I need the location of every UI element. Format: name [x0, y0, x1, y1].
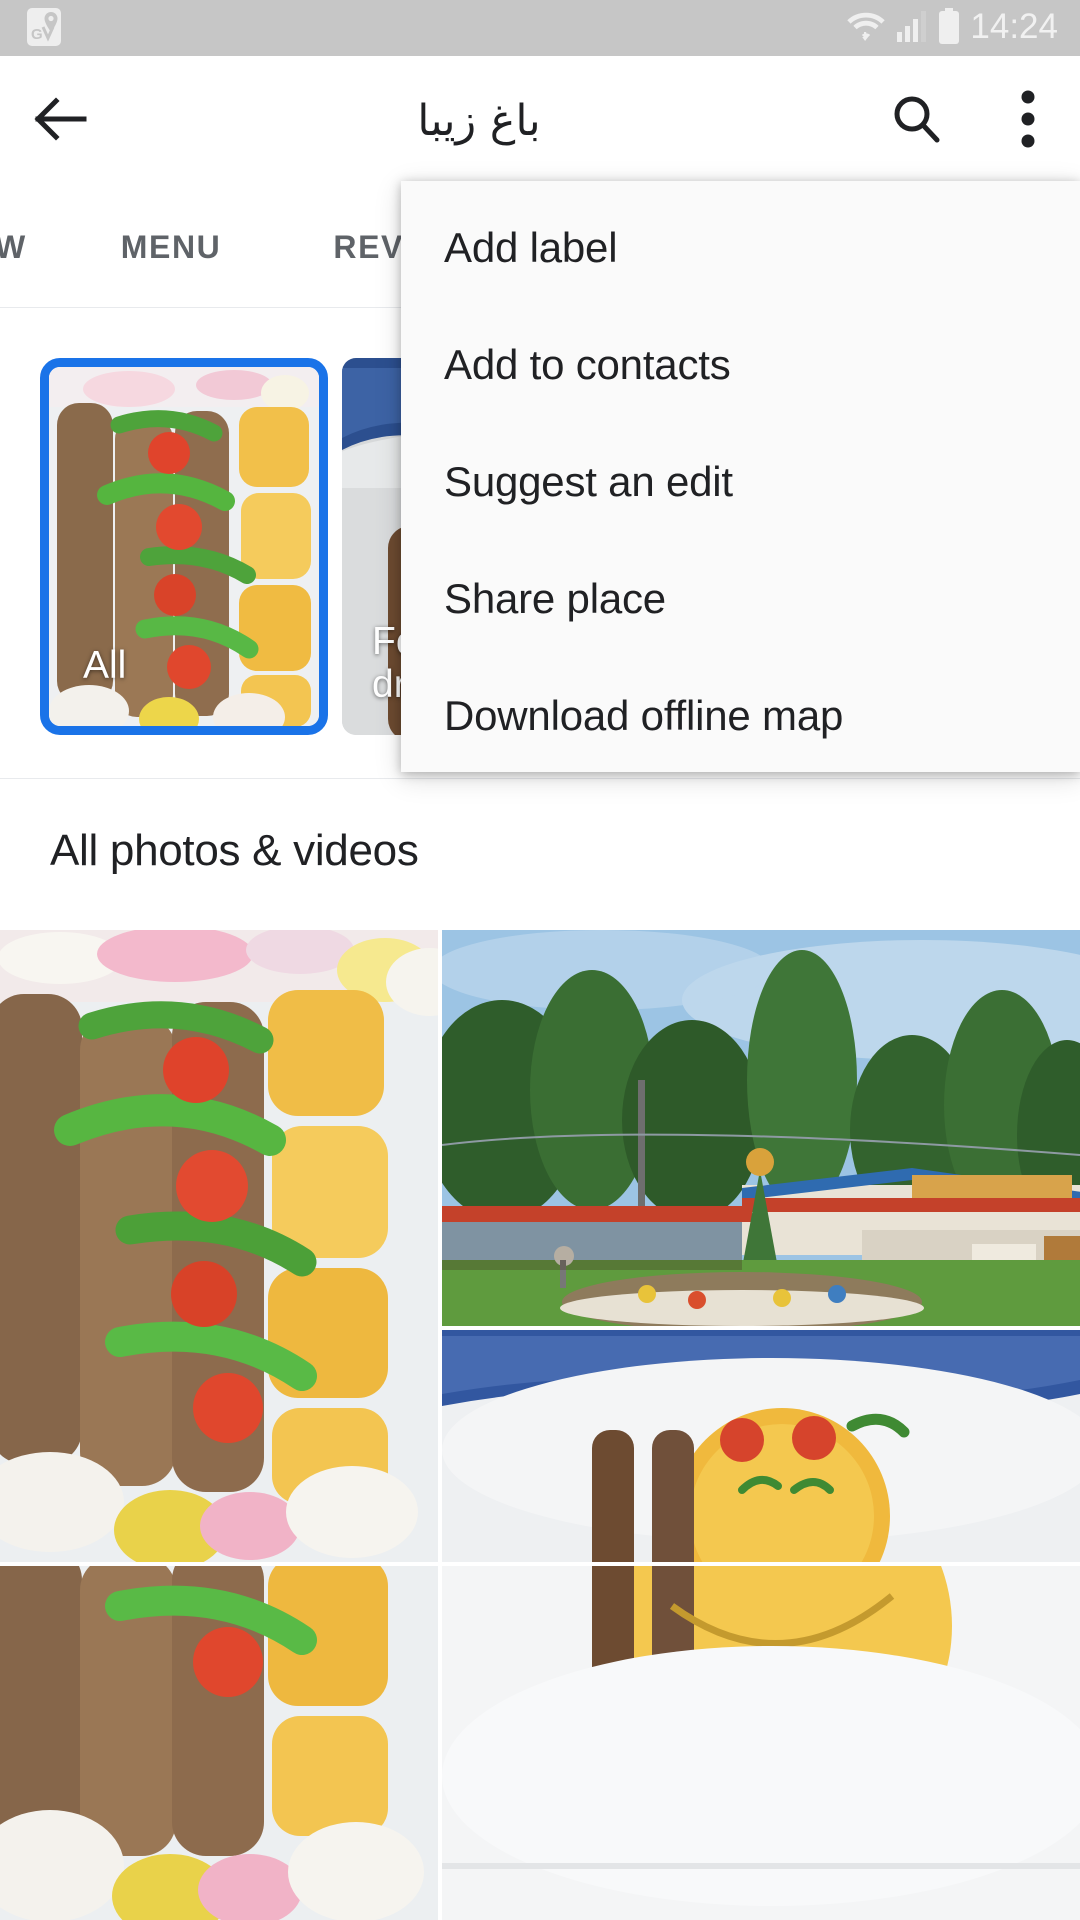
photo-grid-item-rice-dish-lower[interactable]: [442, 1566, 1080, 1920]
svg-text:G: G: [31, 26, 43, 43]
maps-place-photos-screen: G 14:24 باغ زیبا W MENU All All photos &…: [0, 0, 1080, 1920]
wifi-icon: [845, 9, 887, 48]
overflow-menu-button[interactable]: [976, 56, 1080, 186]
chip-all[interactable]: All: [40, 358, 328, 735]
overflow-menu-popup: Add label Add to contacts Suggest an edi…: [401, 181, 1080, 772]
photo-grid-item-kebab-platter-large[interactable]: [0, 930, 438, 1562]
photo-grid: [0, 930, 1080, 1920]
menu-item-add-to-contacts[interactable]: Add to contacts: [401, 306, 1080, 423]
maps-notification-icon: G: [26, 5, 62, 52]
menu-item-suggest-an-edit[interactable]: Suggest an edit: [401, 423, 1080, 540]
cellular-signal-icon: [896, 9, 928, 48]
menu-item-share-place[interactable]: Share place: [401, 540, 1080, 657]
overflow-menu-icon: [1021, 90, 1035, 153]
menu-item-download-offline-map[interactable]: Download offline map: [401, 657, 1080, 774]
status-bar-system-icons: 14:24: [845, 7, 1058, 49]
photo-grid-item-kebab-platter-lower[interactable]: [0, 1566, 438, 1920]
back-arrow-icon: [32, 93, 88, 150]
status-bar-notifications: G: [26, 5, 62, 52]
tab-overview[interactable]: EW: [0, 186, 65, 308]
photo-grid-item-garden-restaurant-exterior[interactable]: [442, 930, 1080, 1326]
back-button[interactable]: [0, 56, 120, 186]
status-bar-clock: 14:24: [970, 7, 1058, 46]
search-button[interactable]: [856, 56, 976, 186]
app-bar: باغ زیبا: [0, 56, 1080, 186]
search-icon: [889, 92, 943, 151]
tab-menu[interactable]: MENU: [65, 186, 278, 308]
page-title: باغ زیبا: [417, 96, 541, 146]
photo-grid-item-rice-dish-plate[interactable]: [442, 1330, 1080, 1562]
battery-icon: [937, 7, 961, 49]
status-bar: G 14:24: [0, 0, 1080, 56]
chip-all-label: All: [83, 644, 127, 688]
section-heading-all-photos: All photos & videos: [50, 826, 419, 875]
menu-item-add-label[interactable]: Add label: [401, 189, 1080, 306]
